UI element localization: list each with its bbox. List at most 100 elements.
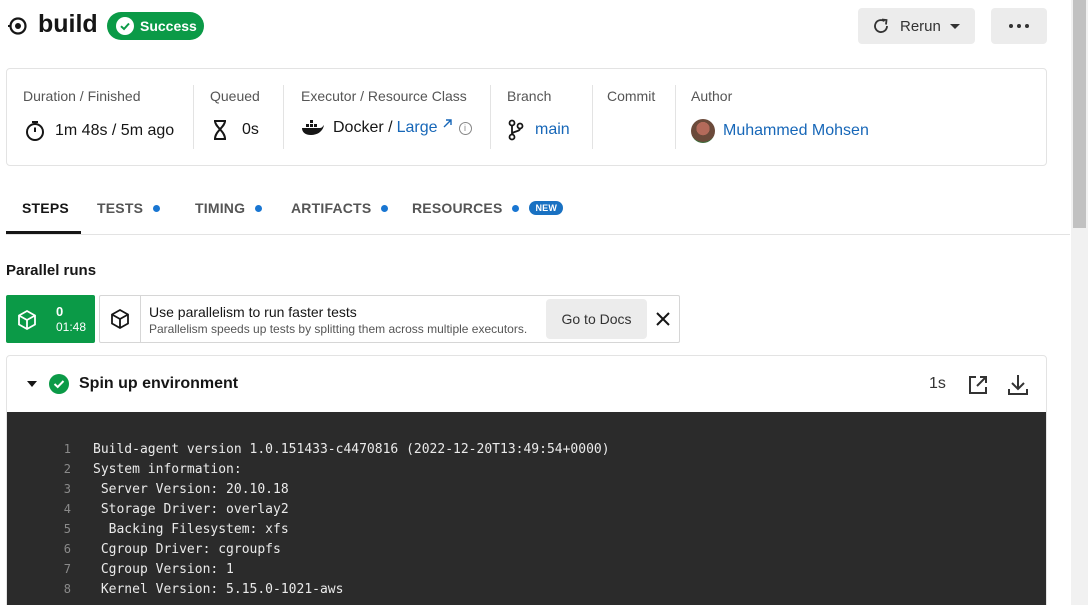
author-value-wrap: Muhammed Mohsen (691, 119, 869, 143)
more-dot (1017, 24, 1021, 28)
scrollbar-thumb[interactable] (1073, 0, 1086, 228)
refresh-icon (874, 18, 888, 33)
download-icon[interactable] (1007, 373, 1029, 397)
status-badge: Success (107, 12, 204, 40)
line-text: Kernel Version: 5.15.0-1021-aws (93, 582, 344, 597)
branch-value-wrap: main (507, 119, 570, 141)
queued-value-wrap: 0s (210, 119, 259, 141)
page-scrollbar[interactable] (1071, 0, 1088, 605)
tab-resources[interactable]: RESOURCES NEW (412, 200, 564, 216)
divider (490, 85, 491, 149)
rerun-button[interactable]: Rerun (858, 8, 975, 44)
line-number: 6 (63, 542, 71, 556)
check-circle-icon (116, 17, 134, 35)
line-text: Backing Filesystem: xfs (93, 522, 289, 537)
duration-label: Duration / Finished (23, 88, 141, 104)
chevron-down-icon (949, 23, 960, 29)
commit-label: Commit (607, 88, 656, 104)
console-line: 6 Cgroup Driver: cgroupfs (7, 542, 1046, 562)
line-text: System information: (93, 462, 242, 477)
tab-tests[interactable]: TESTS (97, 200, 161, 216)
author-label: Author (691, 88, 733, 104)
console-line: 7 Cgroup Version: 1 (7, 562, 1046, 582)
parallel-runs-title: Parallel runs (6, 262, 97, 279)
job-header: build Success Rerun (0, 0, 1070, 56)
line-text: Storage Driver: overlay2 (93, 502, 289, 517)
step-title: Spin up environment (79, 375, 239, 392)
tab-artifacts[interactable]: ARTIFACTS (291, 200, 389, 216)
line-number: 2 (63, 462, 71, 476)
console-line: 4 Storage Driver: overlay2 (7, 502, 1046, 522)
job-info-card: Duration / Finished 1m 48s / 5m ago Queu… (6, 68, 1047, 166)
executor-label: Executor / Resource Class (301, 88, 467, 104)
info-icon[interactable]: i (458, 121, 472, 135)
parallel-run-0[interactable]: 0 01:48 (6, 295, 95, 343)
step-panel: Spin up environment 1s 1 Build-agent vers… (6, 355, 1047, 605)
go-to-docs-button[interactable]: Go to Docs (546, 299, 647, 339)
divider (283, 85, 284, 149)
console-line: 3 Server Version: 20.10.18 (7, 482, 1046, 502)
resource-class-link[interactable]: Large (397, 119, 438, 137)
line-text: Cgroup Driver: cgroupfs (93, 542, 281, 557)
caret-down-icon[interactable] (27, 381, 37, 387)
external-link-icon[interactable] (441, 118, 453, 130)
divider (675, 85, 676, 149)
check-circle-icon (49, 374, 69, 394)
line-number: 7 (63, 562, 71, 576)
status-label: Success (140, 18, 197, 34)
branch-label: Branch (507, 88, 552, 104)
tab-label: STEPS (22, 200, 69, 216)
branch-link[interactable]: main (535, 121, 570, 139)
run-time: 01:48 (56, 320, 87, 334)
line-text: Cgroup Version: 1 (93, 562, 234, 577)
queued-value: 0s (242, 121, 259, 138)
promo-icon-wrap (100, 296, 141, 342)
tab-label: TESTS (97, 200, 144, 216)
executor-value: Docker / (333, 119, 393, 136)
line-number: 4 (63, 502, 71, 516)
new-badge: NEW (529, 201, 564, 215)
line-number: 5 (63, 522, 71, 536)
active-tab-underline (6, 231, 81, 234)
indicator-dot (153, 204, 161, 212)
job-tabs: STEPS TESTS TIMING ARTIFACTS RESOURCES N… (6, 182, 1070, 235)
tab-steps[interactable]: STEPS (22, 200, 69, 216)
more-dot (1009, 24, 1013, 28)
open-external-icon[interactable] (967, 374, 989, 396)
parallelism-promo: Use parallelism to run faster tests Para… (99, 295, 680, 343)
cube-icon (18, 309, 36, 331)
stopwatch-icon (26, 121, 44, 141)
console-line: 8 Kernel Version: 5.15.0-1021-aws (7, 582, 1046, 602)
more-options-button[interactable] (991, 8, 1047, 44)
queued-label: Queued (210, 88, 260, 104)
job-title: build (38, 10, 98, 38)
indicator-dot (512, 204, 520, 212)
executor-value-wrap: Docker / Large i (301, 119, 472, 137)
divider (193, 85, 194, 149)
step-header[interactable]: Spin up environment 1s (7, 356, 1046, 412)
run-index: 0 (56, 304, 64, 319)
line-number: 8 (63, 582, 71, 596)
promo-title: Use parallelism to run faster tests (149, 304, 357, 320)
author-link[interactable]: Muhammed Mohsen (723, 122, 869, 140)
step-console-output: 1 Build-agent version 1.0.151433-c4470816… (7, 412, 1046, 605)
line-number: 3 (63, 482, 71, 496)
duration-value: 1m 48s / 5m ago (55, 122, 175, 139)
duration-value-wrap: 1m 48s / 5m ago (23, 119, 174, 143)
line-text: Build-agent version 1.0.151433-c4470816 … (93, 442, 610, 457)
docker-icon (302, 120, 324, 135)
hourglass-icon (214, 120, 226, 140)
cube-icon (111, 308, 129, 330)
promo-subtitle: Parallelism speeds up tests by splitting… (149, 322, 528, 336)
step-duration: 1s (929, 375, 946, 392)
line-number: 1 (63, 442, 71, 456)
console-line: 1 Build-agent version 1.0.151433-c4470816… (7, 442, 1046, 462)
tab-label: ARTIFACTS (291, 200, 372, 216)
job-icon (8, 17, 27, 35)
indicator-dot (255, 204, 263, 212)
close-icon[interactable] (653, 309, 673, 329)
tab-timing[interactable]: TIMING (195, 200, 263, 216)
git-branch-icon (508, 119, 524, 141)
console-line: 2 System information: (7, 462, 1046, 482)
avatar (691, 119, 715, 143)
